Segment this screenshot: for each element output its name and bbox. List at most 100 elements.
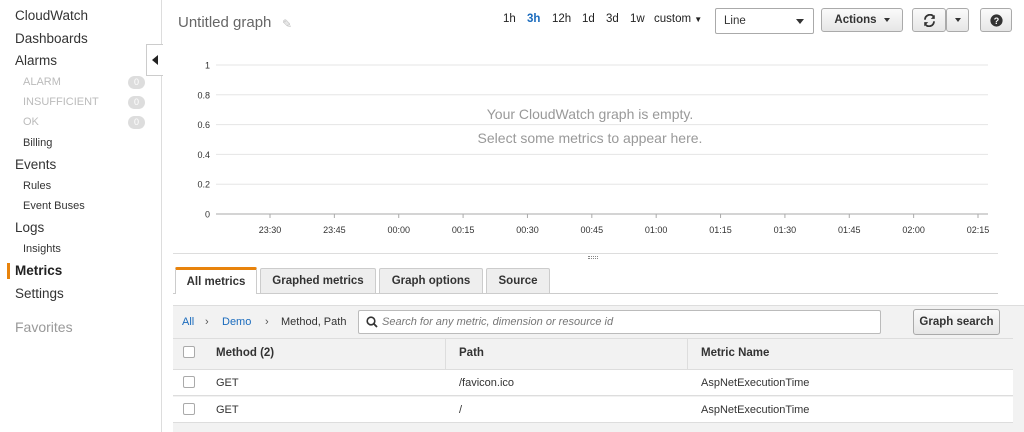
chevron-down-icon xyxy=(796,19,804,24)
ok-count-badge: 0 xyxy=(128,116,145,129)
sidebar-item-billing[interactable]: Billing xyxy=(23,137,52,149)
table-row[interactable]: GET / AspNetExecutionTime xyxy=(173,397,1013,423)
refresh-button[interactable] xyxy=(912,8,946,32)
sidebar-item-insights[interactable]: Insights xyxy=(23,243,61,255)
x-tick-label: 23:45 xyxy=(323,225,346,235)
chevron-down-icon xyxy=(954,18,961,22)
chevron-down-icon xyxy=(883,18,890,22)
cell-path: / xyxy=(459,404,463,416)
custom-label: custom xyxy=(654,13,692,25)
cell-method: GET xyxy=(216,404,239,416)
x-tick-label: 01:45 xyxy=(838,225,861,235)
sidebar-item-event-buses[interactable]: Event Buses xyxy=(23,200,85,212)
empty-graph-message: Your CloudWatch graph is empty. xyxy=(486,106,694,122)
alarm-count-badge: 0 xyxy=(128,76,145,89)
x-tick-label: 02:00 xyxy=(902,225,925,235)
cell-metric-name: AspNetExecutionTime xyxy=(701,377,810,389)
time-range-1d[interactable]: 1d xyxy=(582,13,595,25)
time-range-1h[interactable]: 1h xyxy=(503,13,516,25)
sidebar: CloudWatch Dashboards Alarms ALARM 0 INS… xyxy=(0,0,162,432)
breadcrumb-namespace[interactable]: Demo xyxy=(222,316,251,328)
search-icon xyxy=(366,316,378,328)
sidebar-item-settings[interactable]: Settings xyxy=(15,286,64,301)
tab-source[interactable]: Source xyxy=(486,268,550,293)
column-divider xyxy=(445,338,446,370)
actions-label: Actions xyxy=(834,14,877,26)
sidebar-collapse-button[interactable] xyxy=(146,44,163,76)
row-checkbox[interactable] xyxy=(183,403,195,415)
y-tick-label: 1 xyxy=(205,61,210,71)
metrics-chart: 1 0.8 0.6 0.4 0.2 0 23:30 23:45 00:00 00:15 00:30 0… xyxy=(197,61,990,236)
refresh-icon xyxy=(923,13,935,27)
y-tick-label: 0.4 xyxy=(197,150,210,160)
sidebar-item-alarms[interactable]: Alarms xyxy=(15,53,57,68)
x-tick-label: 00:30 xyxy=(516,225,539,235)
sidebar-item-dashboards[interactable]: Dashboards xyxy=(15,31,88,46)
column-header-path[interactable]: Path xyxy=(459,347,484,359)
refresh-options-button[interactable] xyxy=(946,8,969,32)
sidebar-item-rules[interactable]: Rules xyxy=(23,180,51,192)
custom-caret-icon: ▼ xyxy=(694,15,703,24)
select-all-checkbox[interactable] xyxy=(183,346,195,358)
time-range-3d[interactable]: 3d xyxy=(606,13,619,25)
x-tick-label: 01:00 xyxy=(645,225,668,235)
search-input[interactable] xyxy=(382,313,872,331)
help-button[interactable]: ? xyxy=(980,8,1012,32)
x-tick-label: 00:45 xyxy=(581,225,604,235)
insufficient-count-badge: 0 xyxy=(128,96,145,109)
sidebar-item-events[interactable]: Events xyxy=(15,157,56,172)
time-range-12h[interactable]: 12h xyxy=(552,13,571,25)
svg-text:?: ? xyxy=(993,15,998,25)
x-tick-label: 00:00 xyxy=(387,225,410,235)
panel-divider xyxy=(173,253,998,254)
column-divider xyxy=(687,338,688,370)
metric-search-box xyxy=(358,310,881,334)
x-tick-label: 01:15 xyxy=(709,225,732,235)
time-range-custom[interactable]: custom ▼ xyxy=(654,13,702,25)
tab-all-metrics[interactable]: All metrics xyxy=(175,267,257,294)
sidebar-item-alarm[interactable]: ALARM xyxy=(23,76,61,88)
active-indicator xyxy=(7,263,10,279)
actions-button[interactable]: Actions xyxy=(821,8,903,32)
chart-type-select[interactable]: Line xyxy=(715,8,814,34)
help-icon: ? xyxy=(989,13,1003,27)
breadcrumb-separator-icon: › xyxy=(265,316,269,328)
breadcrumb-separator-icon: › xyxy=(205,316,209,328)
breadcrumb-dimension: Method, Path xyxy=(281,316,347,328)
tab-baseline xyxy=(173,293,998,294)
cell-metric-name: AspNetExecutionTime xyxy=(701,404,810,416)
empty-graph-hint: Select some metrics to appear here. xyxy=(477,130,703,146)
breadcrumb-all[interactable]: All xyxy=(182,316,194,328)
pencil-icon[interactable]: ✎ xyxy=(282,17,292,31)
column-header-metric-name[interactable]: Metric Name xyxy=(701,347,769,359)
graph-search-button[interactable]: Graph search xyxy=(913,309,1000,335)
x-tick-label: 00:15 xyxy=(452,225,475,235)
cell-path: /favicon.ico xyxy=(459,377,515,389)
table-header xyxy=(173,338,1013,370)
table-row[interactable]: GET /favicon.ico AspNetExecutionTime xyxy=(173,370,1013,396)
x-tick-label: 23:30 xyxy=(259,225,282,235)
x-tick-label: 01:30 xyxy=(774,225,797,235)
x-tick-label: 02:15 xyxy=(967,225,990,235)
time-range-3h[interactable]: 3h xyxy=(527,13,540,25)
collapse-arrow-icon xyxy=(152,55,158,65)
row-checkbox[interactable] xyxy=(183,376,195,388)
tab-graphed-metrics[interactable]: Graphed metrics xyxy=(260,268,376,293)
time-range-1w[interactable]: 1w xyxy=(630,13,645,25)
sidebar-item-logs[interactable]: Logs xyxy=(15,220,44,235)
column-header-method[interactable]: Method (2) xyxy=(216,347,274,359)
y-tick-label: 0 xyxy=(205,210,210,220)
cell-method: GET xyxy=(216,377,239,389)
y-tick-label: 0.6 xyxy=(197,120,210,130)
tab-graph-options[interactable]: Graph options xyxy=(379,268,483,293)
sidebar-item-insufficient[interactable]: INSUFFICIENT xyxy=(23,96,99,108)
chart-type-value: Line xyxy=(724,15,746,27)
graph-title[interactable]: Untitled graph xyxy=(178,14,271,31)
sidebar-item-metrics[interactable]: Metrics xyxy=(15,263,62,278)
resize-handle[interactable] xyxy=(588,256,598,259)
sidebar-item-cloudwatch[interactable]: CloudWatch xyxy=(15,8,88,23)
favorites-heading: Favorites xyxy=(15,319,73,335)
y-tick-label: 0.2 xyxy=(197,180,210,190)
sidebar-item-ok[interactable]: OK xyxy=(23,116,39,128)
y-tick-label: 0.8 xyxy=(197,90,210,100)
